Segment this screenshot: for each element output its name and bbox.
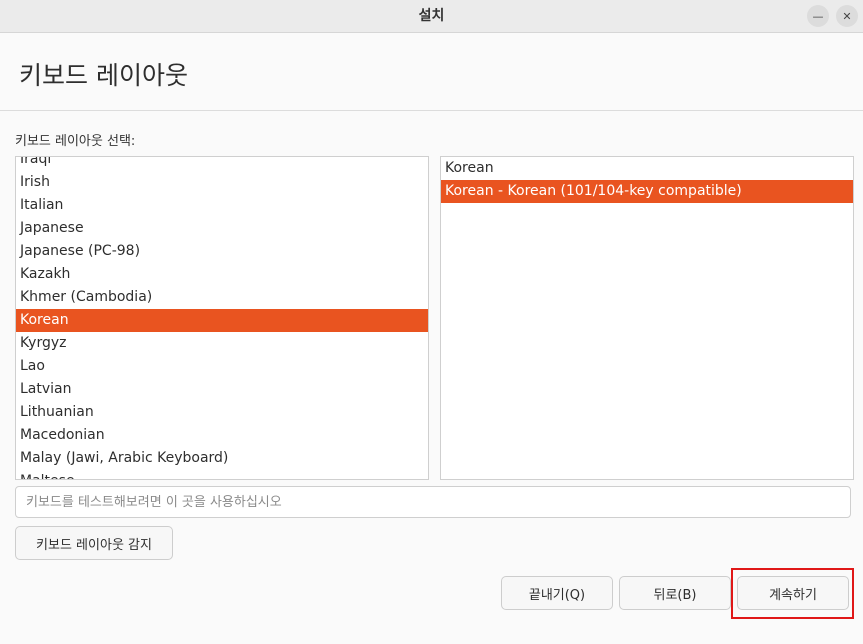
variant-list-items: Korean Korean - Korean (101/104-key compa… (441, 157, 853, 203)
layout-item[interactable]: Japanese (PC-98) (16, 240, 428, 263)
layout-list[interactable]: Iraqi Irish Italian Japanese Japanese (PC-98… (15, 156, 429, 480)
layout-item[interactable]: Macedonian (16, 424, 428, 447)
layout-item[interactable]: Lao (16, 355, 428, 378)
layout-item[interactable]: Lithuanian (16, 401, 428, 424)
minimize-icon: — (812, 9, 824, 23)
layout-list-items: Iraqi Irish Italian Japanese Japanese (PC-98… (16, 157, 428, 479)
close-icon: ✕ (842, 9, 852, 23)
layout-item[interactable]: Japanese (16, 217, 428, 240)
header-divider (0, 110, 863, 111)
layout-item[interactable]: Khmer (Cambodia) (16, 286, 428, 309)
window-title: 설치 (418, 8, 445, 24)
variant-item[interactable]: Korean - Korean (101/104-key compatible) (441, 180, 853, 203)
variant-list[interactable]: Korean Korean - Korean (101/104-key compa… (440, 156, 854, 480)
keyboard-test-input[interactable] (15, 486, 851, 518)
layout-item[interactable]: Kyrgyz (16, 332, 428, 355)
layout-item[interactable]: Latvian (16, 378, 428, 401)
layout-item[interactable]: Iraqi (16, 157, 428, 171)
back-button[interactable]: 뒤로(B) (619, 576, 731, 610)
continue-highlight-box (731, 568, 854, 619)
variant-item[interactable]: Korean (441, 157, 853, 180)
title-bar: 설치 — ✕ (0, 0, 863, 33)
layout-item[interactable]: Maltese (16, 470, 428, 479)
layout-item[interactable]: Korean (16, 309, 428, 332)
layout-item[interactable]: Italian (16, 194, 428, 217)
close-button[interactable]: ✕ (836, 5, 858, 27)
layout-item[interactable]: Irish (16, 171, 428, 194)
layout-item[interactable]: Kazakh (16, 263, 428, 286)
layout-item[interactable]: Malay (Jawi, Arabic Keyboard) (16, 447, 428, 470)
minimize-button[interactable]: — (807, 5, 829, 27)
page-title: 키보드 레이아웃 (19, 61, 188, 90)
layout-list-label: 키보드 레이아웃 선택: (15, 134, 136, 149)
detect-layout-button[interactable]: 키보드 레이아웃 감지 (15, 526, 173, 560)
quit-button[interactable]: 끝내기(Q) (501, 576, 613, 610)
